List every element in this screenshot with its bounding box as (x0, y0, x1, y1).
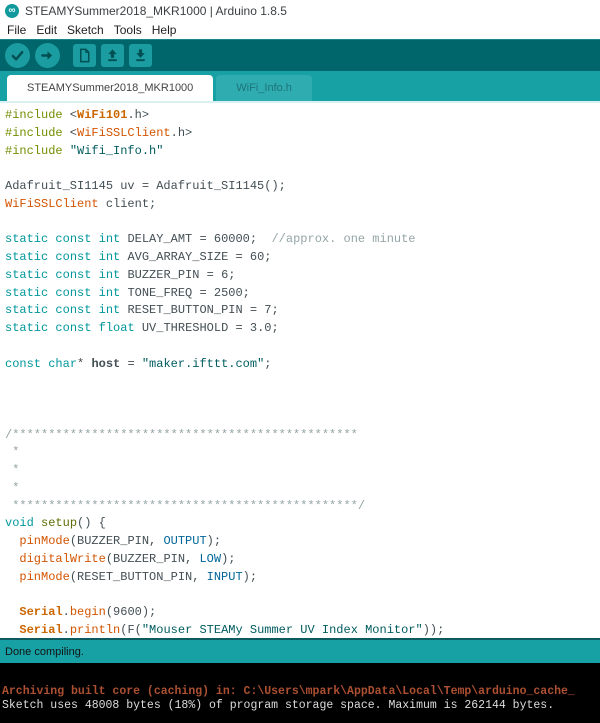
code-line[interactable]: Adafruit_SI1145 uv = Adafruit_SI1145(); (5, 178, 600, 196)
window-title: STEAMYSummer2018_MKR1000 | Arduino 1.8.5 (25, 4, 287, 18)
menu-item-help[interactable]: Help (147, 23, 182, 37)
code-line[interactable]: /***************************************… (5, 427, 600, 445)
check-icon (10, 48, 25, 63)
console-line-sketch-size: Sketch uses 48008 bytes (18%) of program… (2, 699, 600, 713)
code-line[interactable]: WiFiSSLClient client; (5, 196, 600, 214)
menu-item-tools[interactable]: Tools (109, 23, 147, 37)
menu-bar: File Edit Sketch Tools Help (0, 21, 600, 39)
code-line[interactable]: * (5, 462, 600, 480)
code-line[interactable]: ****************************************… (5, 498, 600, 516)
code-line[interactable]: digitalWrite(BUZZER_PIN, LOW); (5, 551, 600, 569)
upload-button[interactable] (35, 43, 60, 68)
tab-strip: STEAMYSummer2018_MKR1000 WiFi_Info.h (0, 71, 600, 101)
code-area[interactable]: #include <WiFi101.h>#include <WiFiSSLCli… (0, 101, 600, 638)
code-line[interactable]: #include "Wifi_Info.h" (5, 143, 600, 161)
save-button[interactable] (129, 44, 152, 67)
console-line-archiving: Archiving built core (caching) in: C:\Us… (2, 685, 600, 699)
code-line[interactable]: * (5, 480, 600, 498)
code-line[interactable] (5, 214, 600, 232)
code-line[interactable] (5, 586, 600, 604)
tab-steamysummer2018-mkr1000[interactable]: STEAMYSummer2018_MKR1000 (7, 75, 213, 101)
tab-wifi-info-h[interactable]: WiFi_Info.h (216, 75, 312, 101)
code-line[interactable]: void setup() { (5, 515, 600, 533)
code-line[interactable]: const char* host = "maker.ifttt.com"; (5, 356, 600, 374)
toolbar (0, 39, 600, 71)
code-line[interactable]: Serial.begin(9600); (5, 604, 600, 622)
code-line[interactable]: #include <WiFiSSLClient.h> (5, 125, 600, 143)
status-message: Done compiling. (5, 646, 84, 658)
code-line[interactable]: static const int DELAY_AMT = 60000; //ap… (5, 231, 600, 249)
code-line[interactable]: pinMode(RESET_BUTTON_PIN, INPUT); (5, 569, 600, 587)
code-line[interactable] (5, 338, 600, 356)
code-line[interactable]: pinMode(BUZZER_PIN, OUTPUT); (5, 533, 600, 551)
code-line[interactable]: static const int BUZZER_PIN = 6; (5, 267, 600, 285)
code-line[interactable]: Serial.println(F("Mouser STEAMy Summer U… (5, 622, 600, 638)
menu-item-file[interactable]: File (2, 23, 31, 37)
status-bar: Done compiling. (0, 638, 600, 663)
title-bar: ∞ STEAMYSummer2018_MKR1000 | Arduino 1.8… (0, 0, 600, 21)
arrow-right-icon (40, 48, 55, 63)
code-line[interactable]: static const int TONE_FREQ = 2500; (5, 285, 600, 303)
console-output: Archiving built core (caching) in: C:\Us… (0, 663, 600, 723)
code-line[interactable] (5, 160, 600, 178)
arrow-down-icon (133, 48, 148, 63)
code-line[interactable]: static const int AVG_ARRAY_SIZE = 60; (5, 249, 600, 267)
code-line[interactable] (5, 409, 600, 427)
menu-item-sketch[interactable]: Sketch (62, 23, 109, 37)
code-line[interactable]: static const float UV_THRESHOLD = 3.0; (5, 320, 600, 338)
code-line[interactable]: #include <WiFi101.h> (5, 107, 600, 125)
arduino-logo-icon: ∞ (5, 4, 19, 18)
arduino-ide-window: ∞ STEAMYSummer2018_MKR1000 | Arduino 1.8… (0, 0, 600, 723)
new-sketch-button[interactable] (73, 44, 96, 67)
code-line[interactable] (5, 373, 600, 391)
document-icon (77, 48, 92, 63)
code-line[interactable] (5, 391, 600, 409)
verify-button[interactable] (5, 43, 30, 68)
arrow-up-icon (105, 48, 120, 63)
code-line[interactable]: * (5, 444, 600, 462)
open-button[interactable] (101, 44, 124, 67)
menu-item-edit[interactable]: Edit (31, 23, 62, 37)
code-line[interactable]: static const int RESET_BUTTON_PIN = 7; (5, 302, 600, 320)
